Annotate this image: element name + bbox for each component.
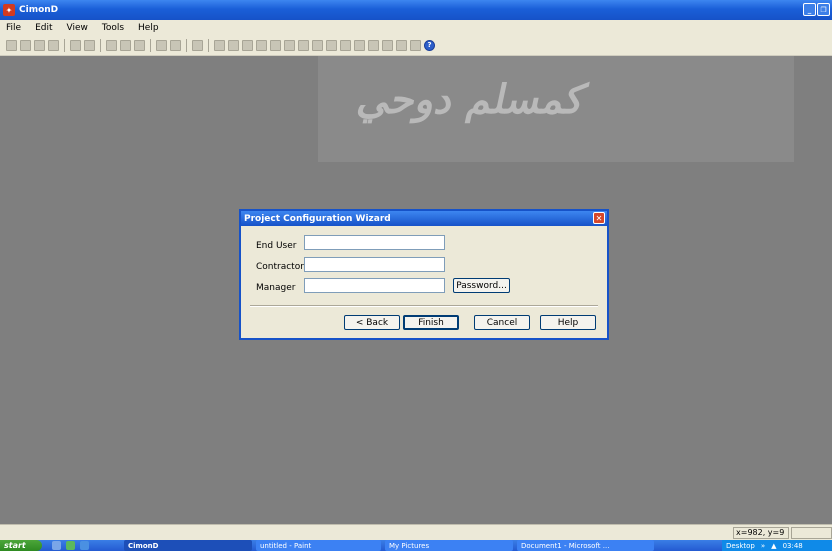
system-tray: Desktop » ▲ 03:48 <box>722 540 832 551</box>
grid-icon[interactable] <box>368 39 379 51</box>
end-user-label: End User <box>256 241 297 251</box>
close-icon[interactable]: ✕ <box>593 212 605 224</box>
tag-icon[interactable] <box>192 39 203 51</box>
task-cimond[interactable]: CimonD <box>124 540 252 551</box>
paste-icon[interactable] <box>134 39 145 51</box>
database-icon[interactable] <box>340 39 351 51</box>
clock: 03:48 <box>782 541 803 550</box>
new-file-icon[interactable] <box>6 39 17 51</box>
help-icon[interactable]: ? <box>424 39 435 51</box>
start-button[interactable]: start <box>0 540 42 551</box>
menubar: File Edit View Tools Help <box>0 20 832 35</box>
task-document1[interactable]: Document1 - Microsoft ... <box>517 540 654 551</box>
menu-help[interactable]: Help <box>138 23 159 33</box>
window-controls: _ ❐ <box>803 3 830 16</box>
menu-tools[interactable]: Tools <box>102 23 124 33</box>
watermark-image: ﻛﻤﺴﻠﻢ ﺩﻭﺣﻲ <box>318 56 794 162</box>
window-icon[interactable] <box>242 39 253 51</box>
cut-icon[interactable] <box>106 39 117 51</box>
app-logo-icon: ✦ <box>3 4 15 16</box>
save-all-icon[interactable] <box>48 39 59 51</box>
report-icon[interactable] <box>354 39 365 51</box>
help-button[interactable]: Help <box>540 315 596 330</box>
open-file-icon[interactable] <box>20 39 31 51</box>
task-my-pictures[interactable]: My Pictures <box>385 540 513 551</box>
project-configuration-dialog: Project Configuration Wizard ✕ End User … <box>239 209 609 340</box>
tool-icon[interactable] <box>214 39 225 51</box>
quicklaunch-icon[interactable] <box>52 541 61 550</box>
settings-icon[interactable] <box>410 39 421 51</box>
toolbar-separator <box>208 38 209 52</box>
app-titlebar: ✦ CimonD _ ❐ <box>0 0 832 20</box>
print-icon[interactable] <box>70 39 81 51</box>
tray-arrow-icon[interactable]: » <box>761 542 765 550</box>
chart-icon[interactable] <box>298 39 309 51</box>
task-paint[interactable]: untitled - Paint <box>256 540 381 551</box>
toolbar: ? <box>0 35 832 56</box>
script-icon[interactable] <box>312 39 323 51</box>
image-icon[interactable] <box>382 39 393 51</box>
taskbar: start CimonD untitled - Paint My Picture… <box>0 540 832 551</box>
browser-icon[interactable] <box>80 541 89 550</box>
dialog-titlebar: Project Configuration Wizard ✕ <box>241 211 607 226</box>
find-icon[interactable] <box>156 39 167 51</box>
zoom-icon[interactable] <box>396 39 407 51</box>
replace-icon[interactable] <box>170 39 181 51</box>
manager-field[interactable] <box>304 278 445 293</box>
password-button[interactable]: Password... <box>453 278 510 293</box>
quicklaunch-icon[interactable] <box>66 541 75 550</box>
toolbar-separator <box>150 38 151 52</box>
statusbar: x=982, y=9 <box>0 524 832 540</box>
restore-icon[interactable]: ❐ <box>817 3 830 16</box>
watermark-calligraphy: ﻛﻤﺴﻠﻢ ﺩﻭﺣﻲ <box>353 76 591 123</box>
tray-up-icon[interactable]: ▲ <box>771 542 776 550</box>
cursor-coordinates: x=982, y=9 <box>733 527 789 539</box>
dialog-title: Project Configuration Wizard <box>244 213 391 224</box>
toolbar-separator <box>186 38 187 52</box>
user-icon[interactable] <box>284 39 295 51</box>
network-icon[interactable] <box>256 39 267 51</box>
alarm-icon[interactable] <box>326 39 337 51</box>
cancel-button[interactable]: Cancel <box>474 315 530 330</box>
contractor-label: Contractor <box>256 262 304 272</box>
menu-file[interactable]: File <box>6 23 21 33</box>
contractor-field[interactable] <box>304 257 445 272</box>
status-panel <box>791 527 832 539</box>
desktop-toolbar[interactable]: Desktop <box>726 542 755 550</box>
manager-label: Manager <box>256 283 296 293</box>
finish-button[interactable]: Finish <box>403 315 459 330</box>
menu-view[interactable]: View <box>67 23 88 33</box>
toolbar-separator <box>64 38 65 52</box>
dialog-divider <box>250 305 598 307</box>
menu-edit[interactable]: Edit <box>35 23 52 33</box>
back-button[interactable]: < Back <box>344 315 400 330</box>
minimize-icon[interactable]: _ <box>803 3 816 16</box>
print-preview-icon[interactable] <box>84 39 95 51</box>
save-icon[interactable] <box>34 39 45 51</box>
copy-icon[interactable] <box>120 39 131 51</box>
end-user-field[interactable] <box>304 235 445 250</box>
bar-icon[interactable] <box>270 39 281 51</box>
edit-icon[interactable] <box>228 39 239 51</box>
app-title: CimonD <box>19 5 59 15</box>
toolbar-separator <box>100 38 101 52</box>
